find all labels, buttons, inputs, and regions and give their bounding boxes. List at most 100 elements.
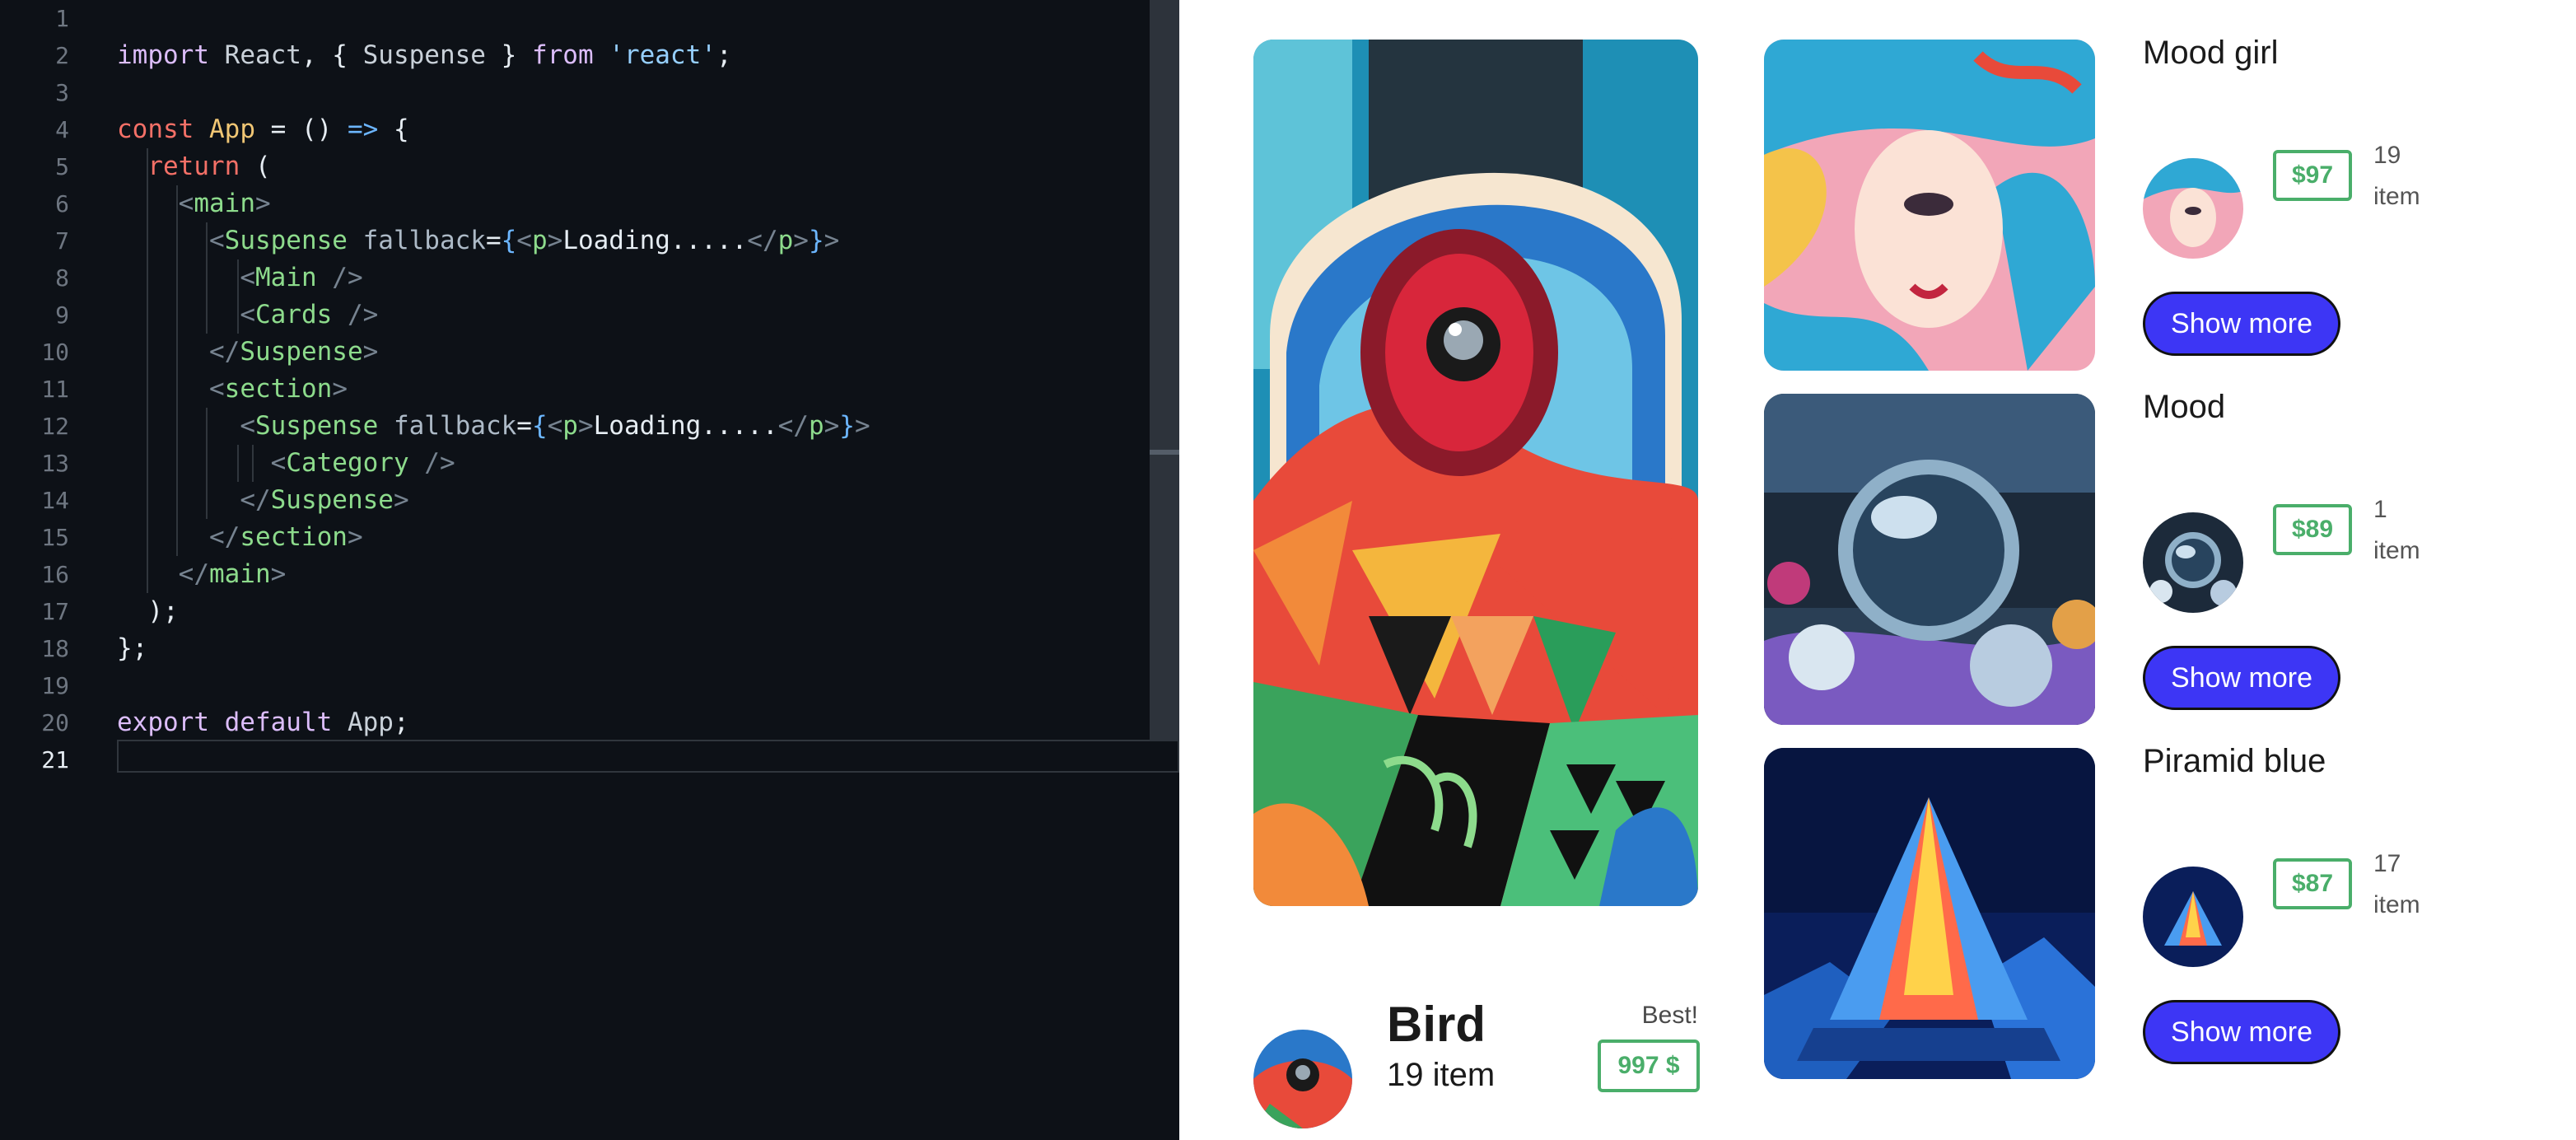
jsx-text: Loading..... [562,226,748,255]
hero-image[interactable] [1253,40,1698,906]
jsx-tag: Category [286,448,409,478]
blue-pyramid-avatar [2143,867,2243,967]
punctuation: { [501,226,517,255]
punctuation: </ [208,337,240,367]
card-item-count: 17 item [2373,850,2420,918]
hero-item-count: 19 item [1387,1057,1496,1093]
jsx-tag: Cards [254,300,333,329]
jsx-tag: main [208,559,271,589]
punctuation: > [332,374,348,404]
code-line: }; [117,630,1150,667]
code-line-current[interactable] [117,741,1150,778]
punctuation: /> [408,448,455,478]
line-number: 19 [41,672,69,699]
punctuation: = [516,411,532,441]
line-number: 18 [41,635,69,662]
code-line: <Main /> [117,259,1150,297]
show-more-button[interactable]: Show more [2143,646,2340,710]
punctuation: < [270,448,287,478]
card-price-badge: $87 [2273,858,2352,909]
blue-pyramid-photo [1764,748,2095,1079]
line-number: 20 [41,709,69,736]
punctuation: > [393,485,409,515]
code-line: <Suspense fallback={<p>Loading.....</p>}… [117,408,1150,445]
identifier: App [347,708,394,737]
punctuation: > [793,226,809,255]
code-line: return ( [117,148,1150,185]
code-editor[interactable]: 1 2 3 4 5 6 7 8 9 10 11 12 13 14 15 16 1… [0,0,1179,1140]
keyword: from [531,40,594,70]
punctuation: < [240,300,255,329]
card-price-badge: $89 [2273,504,2352,555]
jsx-tag: section [224,374,333,404]
jsx-tag: p [808,411,824,441]
string-literal: 'react' [609,40,716,70]
jsx-attr: fallback [378,411,517,441]
card-image[interactable] [1764,748,2095,1079]
code-line: export default App; [117,704,1150,741]
punctuation: /> [316,263,363,292]
code-line: </Suspense> [117,482,1150,519]
line-number: 16 [41,561,69,588]
arrow: => [347,114,379,144]
hero-title: Bird [1387,997,1486,1052]
card-title: Mood girl [2143,35,2279,71]
punctuation: </ [208,522,240,552]
watercolor-girl-avatar [2143,158,2243,259]
code-line: ); [117,593,1150,630]
jsx-tag: section [240,522,348,552]
code-lines[interactable]: import React, { Suspense } from 'react';… [117,0,1150,778]
keyword: import [117,40,209,70]
line-number: 3 [55,79,69,106]
punctuation: < [547,411,563,441]
line-number: 4 [55,116,69,143]
code-line: import React, { Suspense } from 'react'; [117,37,1150,74]
jsx-tag: Suspense [224,226,348,255]
punctuation: ; [716,40,732,70]
punctuation: </ [178,559,209,589]
line-number: 8 [55,264,69,292]
code-line: <Suspense fallback={<p>Loading.....</p>}… [117,222,1150,259]
app-preview: Bird 19 item Best! 997 $ Mood girl $97 1… [1179,0,2576,1140]
show-more-button[interactable]: Show more [2143,292,2340,356]
editor-scrollbar[interactable] [1150,0,1179,741]
jsx-tag: p [531,226,548,255]
punctuation: , { [301,40,363,70]
card-image[interactable] [1764,40,2095,371]
code-line: </Suspense> [117,334,1150,371]
line-number: 5 [55,153,69,180]
bird-avatar-image [1253,1030,1352,1128]
keyword: export [117,708,209,737]
punctuation: = [485,226,502,255]
line-number: 12 [41,413,69,440]
crystal-ball-photo [1764,394,2095,725]
jsx-tag: p [562,411,578,441]
card-avatar [2143,867,2243,967]
card-item-count: 19 item [2373,142,2420,210]
editor-scrollbar-thumb[interactable] [1150,450,1179,455]
line-number: 15 [41,524,69,551]
line-number: 9 [55,301,69,329]
line-number-current: 21 [41,746,69,773]
jsx-tag: Main [254,263,317,292]
card-avatar [2143,512,2243,613]
card-avatar [2143,158,2243,259]
punctuation: > [547,226,563,255]
jsx-tag: main [194,189,255,218]
show-more-button[interactable]: Show more [2143,1000,2340,1064]
jsx-tag: Suspense [240,337,363,367]
line-number: 6 [55,190,69,217]
line-number: 17 [41,598,69,625]
bird-avatar [1253,1030,1352,1128]
identifier: React [224,40,301,70]
code-line: const App = () => { [117,111,1150,148]
punctuation: /> [332,300,379,329]
jsx-attr: fallback [347,226,486,255]
punctuation: > [347,522,363,552]
jsx-text: Loading..... [593,411,778,441]
code-line: </section> [117,519,1150,556]
card-image[interactable] [1764,394,2095,725]
punctuation: </ [747,226,778,255]
punctuation: < [208,226,225,255]
